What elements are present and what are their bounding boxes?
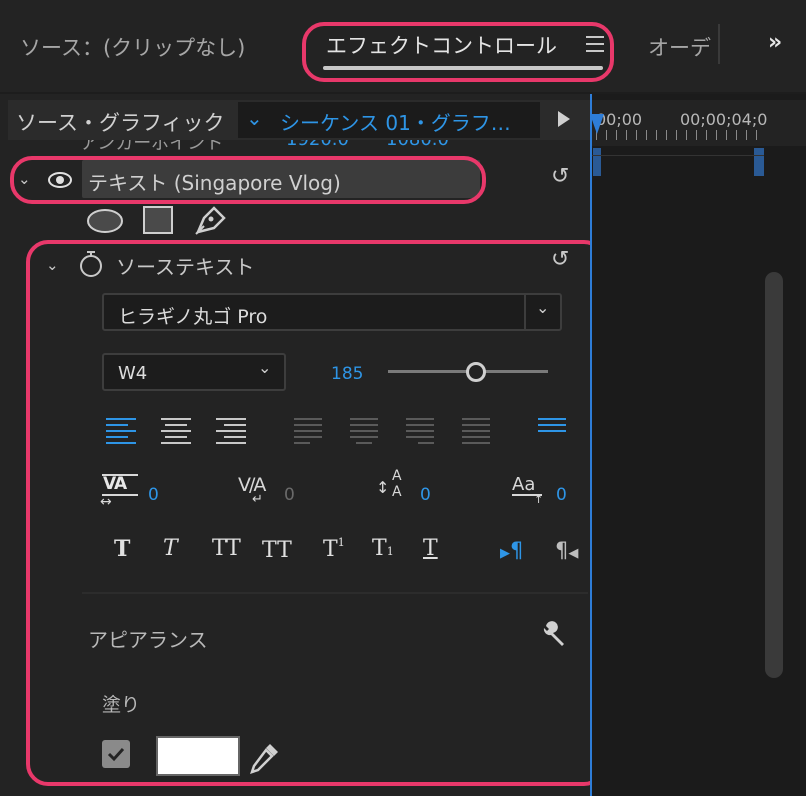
source-graphic-label[interactable]: ソース・グラフィック bbox=[16, 107, 225, 137]
time-end: 00;00;04;0 bbox=[680, 110, 768, 129]
tab-divider bbox=[718, 24, 720, 64]
highlight-ring-layer bbox=[10, 156, 486, 204]
anchor-point-row: アンカーポイント 1920.0 1080.0 bbox=[8, 140, 590, 156]
clip-start-marker bbox=[593, 148, 601, 176]
pen-tool-icon[interactable] bbox=[194, 204, 228, 240]
double-chevron-right-icon[interactable]: » bbox=[768, 30, 782, 55]
tab-audio[interactable]: オーデ bbox=[648, 32, 720, 62]
play-triangle-icon[interactable] bbox=[558, 111, 570, 127]
anchor-x-value[interactable]: 1920.0 bbox=[286, 140, 349, 150]
timeline-grid-line bbox=[592, 155, 764, 156]
ellipse-tool-icon[interactable] bbox=[86, 208, 124, 238]
anchor-y-value[interactable]: 1080.0 bbox=[386, 140, 449, 150]
clip-end-marker bbox=[754, 148, 764, 176]
highlight-ring-tab bbox=[302, 22, 614, 82]
sequence-label: シーケンス 01・グラフ… bbox=[280, 111, 511, 135]
ruler-ticks bbox=[596, 130, 764, 140]
tab-source[interactable]: ソース：(クリップなし) bbox=[20, 32, 245, 62]
highlight-ring-source-text bbox=[26, 240, 606, 786]
chevron-down-icon: ⌄ bbox=[246, 106, 263, 130]
reset-icon[interactable]: ↺ bbox=[551, 164, 569, 189]
sequence-selector[interactable]: ⌄ シーケンス 01・グラフ… bbox=[238, 102, 540, 138]
anchor-point-label: アンカーポイント bbox=[80, 140, 224, 154]
rectangle-tool-icon[interactable] bbox=[142, 206, 174, 238]
vertical-scrollbar[interactable] bbox=[765, 272, 783, 678]
playhead-icon[interactable] bbox=[590, 114, 604, 134]
